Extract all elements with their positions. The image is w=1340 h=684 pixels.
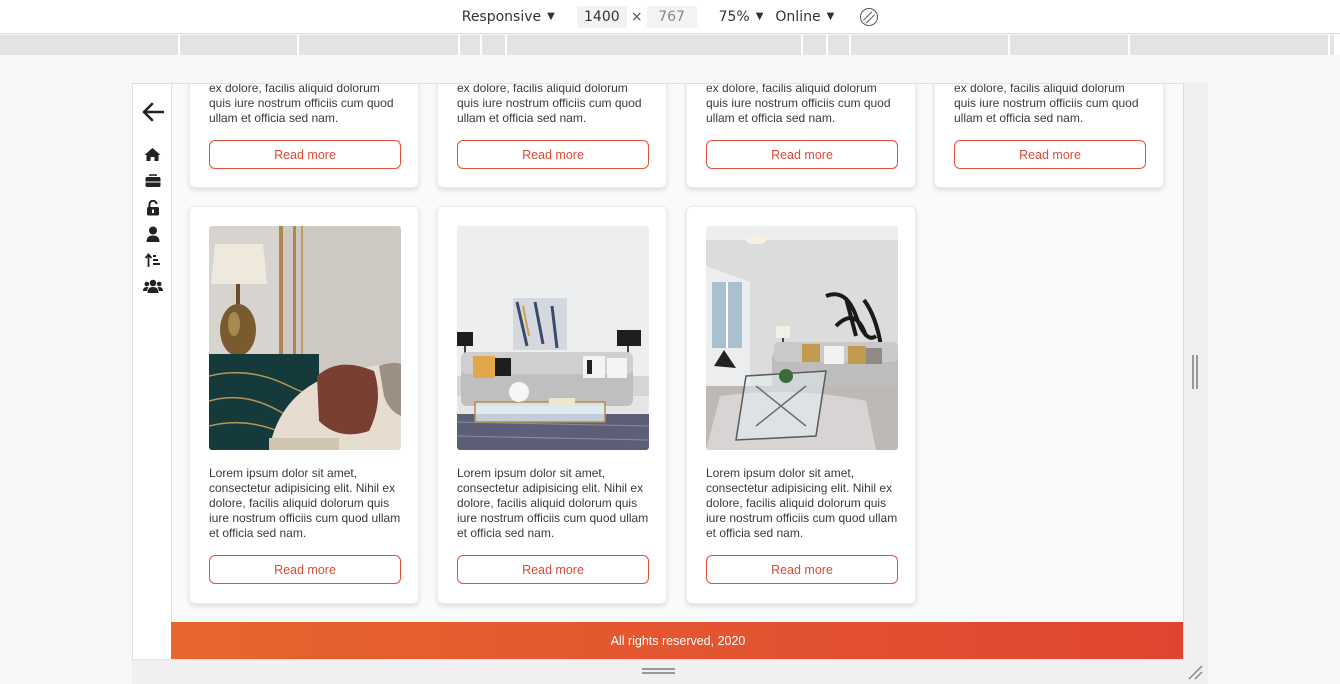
card-text: ex dolore, facilis aliquid dolorum quis … bbox=[706, 83, 891, 125]
media-query-segment[interactable] bbox=[803, 35, 826, 55]
height-input[interactable]: 767 bbox=[646, 5, 697, 28]
article-card: ex dolore, facilis aliquid dolorum quis … bbox=[934, 83, 1164, 188]
card-text: ex dolore, facilis aliquid dolorum quis … bbox=[457, 83, 642, 125]
article-card: ex dolore, facilis aliquid dolorum quis … bbox=[189, 83, 419, 188]
throttle-label: Online bbox=[775, 8, 821, 25]
resize-corner-icon[interactable] bbox=[1187, 664, 1203, 680]
zoom-label: 75% bbox=[718, 8, 750, 25]
zoom-select[interactable]: 75% ▼ bbox=[719, 9, 764, 25]
card-image bbox=[457, 226, 649, 450]
read-more-button[interactable]: Read more bbox=[706, 140, 898, 169]
card-text: Lorem ipsum dolor sit amet, consectetur … bbox=[209, 466, 401, 540]
arrow-left-icon bbox=[142, 102, 164, 122]
sidebar-item-access[interactable] bbox=[133, 200, 172, 216]
media-query-segment[interactable] bbox=[507, 35, 801, 55]
media-query-segment[interactable] bbox=[1330, 35, 1334, 55]
user-icon bbox=[146, 226, 159, 242]
rotate-icon[interactable] bbox=[860, 7, 879, 26]
media-query-segment[interactable] bbox=[180, 35, 297, 55]
article-card: Lorem ipsum dolor sit amet, consectetur … bbox=[189, 206, 419, 604]
media-query-bar[interactable] bbox=[0, 35, 1340, 55]
sidebar-item-profile[interactable] bbox=[133, 226, 172, 242]
living-room-photo bbox=[457, 226, 649, 450]
media-query-segment[interactable] bbox=[828, 35, 849, 55]
emulated-viewport: ex dolore, facilis aliquid dolorum quis … bbox=[132, 83, 1184, 660]
card-text: Lorem ipsum dolor sit amet, consectetur … bbox=[706, 466, 898, 540]
sidebar-item-home[interactable] bbox=[133, 147, 172, 162]
read-more-button[interactable]: Read more bbox=[954, 140, 1146, 169]
card-text: Lorem ipsum dolor sit amet, consectetur … bbox=[457, 466, 649, 540]
media-query-segment[interactable] bbox=[1130, 35, 1328, 55]
card-text: ex dolore, facilis aliquid dolorum quis … bbox=[209, 83, 394, 125]
media-query-segment[interactable] bbox=[460, 35, 480, 55]
dimension-separator: × bbox=[630, 8, 643, 25]
width-input[interactable]: 1400 bbox=[576, 5, 627, 28]
unlock-icon bbox=[146, 200, 159, 216]
article-card: ex dolore, facilis aliquid dolorum quis … bbox=[437, 83, 667, 188]
media-query-segment[interactable] bbox=[482, 35, 505, 55]
card-image bbox=[209, 226, 401, 450]
throttle-select[interactable]: Online ▼ bbox=[775, 9, 834, 25]
living-room-photo bbox=[706, 226, 898, 450]
article-card: Lorem ipsum dolor sit amet, consectetur … bbox=[437, 206, 667, 604]
read-more-button[interactable]: Read more bbox=[209, 140, 401, 169]
sidebar bbox=[133, 84, 172, 659]
card-text: ex dolore, facilis aliquid dolorum quis … bbox=[954, 83, 1139, 125]
sidebar-item-portfolio[interactable] bbox=[133, 174, 172, 188]
device-toolbar: Responsive ▼ 1400 × 767 75% ▼ Online ▼ bbox=[0, 0, 1340, 34]
media-query-segment[interactable] bbox=[0, 35, 178, 55]
sidebar-item-sort[interactable] bbox=[133, 253, 172, 268]
read-more-button[interactable]: Read more bbox=[457, 140, 649, 169]
resize-handle-right[interactable] bbox=[1192, 355, 1198, 389]
media-query-segment[interactable] bbox=[299, 35, 458, 55]
living-room-photo bbox=[209, 226, 401, 450]
resize-handle-bottom[interactable] bbox=[642, 668, 675, 674]
media-query-segment[interactable] bbox=[1010, 35, 1128, 55]
media-query-segment[interactable] bbox=[851, 35, 1008, 55]
article-card: ex dolore, facilis aliquid dolorum quis … bbox=[686, 83, 916, 188]
article-card: Lorem ipsum dolor sit amet, consectetur … bbox=[686, 206, 916, 604]
users-icon bbox=[142, 279, 163, 293]
page-footer: All rights reserved, 2020 bbox=[171, 622, 1183, 659]
chevron-down-icon: ▼ bbox=[547, 11, 555, 22]
read-more-button[interactable]: Read more bbox=[706, 555, 898, 584]
read-more-button[interactable]: Read more bbox=[209, 555, 401, 584]
device-select[interactable]: Responsive ▼ bbox=[462, 9, 555, 25]
chevron-down-icon: ▼ bbox=[755, 11, 764, 22]
card-image bbox=[706, 226, 898, 450]
device-label: Responsive bbox=[461, 8, 542, 25]
home-icon bbox=[144, 148, 161, 161]
briefcase-icon bbox=[145, 174, 160, 187]
sort-icon bbox=[144, 253, 160, 267]
sidebar-item-team[interactable] bbox=[133, 279, 172, 293]
back-button[interactable] bbox=[133, 102, 172, 122]
chevron-down-icon: ▼ bbox=[826, 11, 835, 22]
read-more-button[interactable]: Read more bbox=[457, 555, 649, 584]
